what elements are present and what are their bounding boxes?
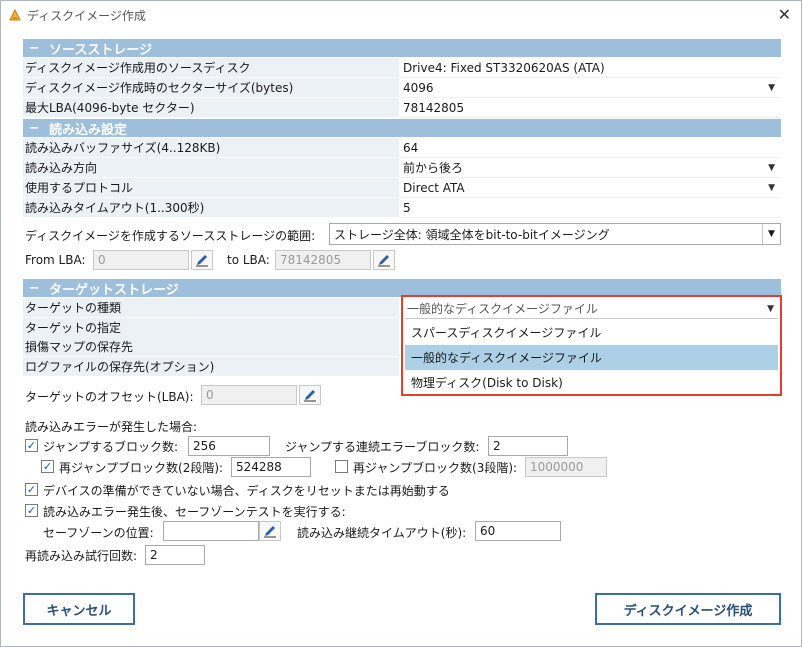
- prop-value-text: 64: [403, 140, 419, 155]
- prop-key: 損傷マップの保存先: [23, 337, 399, 357]
- prop-row-max-lba: 最大LBA(4096-byte セクター) 78142805: [23, 98, 781, 118]
- prop-value-text: Drive4: Fixed ST3320620AS (ATA): [403, 60, 605, 75]
- jump-blocks-input[interactable]: 256: [188, 436, 270, 456]
- close-icon[interactable]: ✕: [778, 5, 791, 24]
- dropdown-option-general[interactable]: 一般的なディスクイメージファイル: [405, 345, 778, 370]
- chevron-down-icon[interactable]: ▼: [768, 183, 775, 193]
- section-title: 読み込み設定: [49, 122, 128, 138]
- target-offset-input[interactable]: 0: [201, 385, 297, 405]
- prop-value[interactable]: 前から後ろ ▼: [399, 158, 781, 178]
- edit-pen-icon[interactable]: [259, 521, 281, 541]
- continue-timeout-label: 読み込み継続タイムアウト(秒):: [297, 526, 467, 540]
- prop-key: ディスクイメージ作成用のソースディスク: [23, 58, 399, 78]
- target-type-selected[interactable]: 一般的なディスクイメージファイル ▼: [405, 299, 778, 319]
- rejump2-input[interactable]: 524288: [231, 457, 311, 477]
- collapse-icon[interactable]: −: [23, 281, 45, 296]
- edit-pen-icon[interactable]: [299, 385, 321, 405]
- safezone-position-input[interactable]: [163, 521, 259, 541]
- prop-row-buffer-size[interactable]: 読み込みバッファサイズ(4..128KB) 64: [23, 138, 781, 158]
- jump-blocks-checkbox[interactable]: ✓: [25, 439, 38, 452]
- chevron-down-icon[interactable]: ▼: [768, 83, 775, 93]
- prop-key: ターゲットの指定: [23, 318, 399, 338]
- read-error-heading: 読み込みエラーが発生した場合:: [25, 420, 198, 434]
- window-title: ディスクイメージ作成: [27, 8, 146, 23]
- chevron-down-icon[interactable]: ▼: [767, 304, 774, 314]
- prop-row-read-direction[interactable]: 読み込み方向 前から後ろ ▼: [23, 158, 781, 178]
- retry-count-label: 再読み込み試行回数:: [25, 549, 138, 563]
- rejump2-checkbox[interactable]: ✓: [41, 460, 54, 473]
- prop-value[interactable]: Drive4: Fixed ST3320620AS (ATA): [399, 58, 781, 78]
- collapse-icon[interactable]: −: [23, 121, 45, 136]
- prop-key: ログファイルの保存先(オプション): [23, 357, 399, 377]
- dropdown-option-physical[interactable]: 物理ディスク(Disk to Disk): [405, 370, 778, 395]
- title-bar: ディスクイメージ作成 ✕: [1, 1, 801, 29]
- prop-key: 最大LBA(4096-byte セクター): [23, 98, 399, 118]
- chevron-down-icon[interactable]: ▼: [762, 224, 780, 244]
- range-label: ディスクイメージを作成するソースストレージの範囲:: [25, 229, 316, 243]
- jump-blocks-label: ジャンプするブロック数:: [43, 440, 179, 454]
- target-type-selected-text: 一般的なディスクイメージファイル: [407, 302, 598, 316]
- prop-row-read-timeout[interactable]: 読み込みタイムアウト(1..300秒) 5: [23, 198, 781, 218]
- target-type-dropdown[interactable]: 一般的なディスクイメージファイル ▼ スパースディスクイメージファイル 一般的な…: [401, 295, 782, 396]
- rejump3-checkbox[interactable]: [335, 460, 348, 473]
- section-title: ターゲットストレージ: [49, 282, 179, 298]
- to-lba-label: to LBA:: [227, 253, 270, 267]
- prop-key: ディスクイメージ作成時のセクターサイズ(bytes): [23, 78, 399, 98]
- prop-key: 読み込みバッファサイズ(4..128KB): [23, 138, 399, 158]
- prop-value-text: 78142805: [403, 100, 465, 115]
- prop-value-text: Direct ATA: [403, 180, 465, 195]
- rejump3-input[interactable]: 1000000: [525, 457, 607, 477]
- prop-value[interactable]: Direct ATA ▼: [399, 178, 781, 198]
- prop-key: 読み込み方向: [23, 158, 399, 178]
- dropdown-option-sparse[interactable]: スパースディスクイメージファイル: [405, 320, 778, 345]
- target-offset-label: ターゲットのオフセット(LBA):: [25, 390, 194, 404]
- from-lba-input[interactable]: 0: [93, 250, 189, 270]
- dialog-window: ディスクイメージ作成 ✕ − ソースストレージ ディスクイメージ作成用のソースデ…: [0, 0, 802, 647]
- cancel-button[interactable]: キャンセル: [23, 593, 135, 625]
- edit-pen-icon[interactable]: [191, 250, 213, 270]
- range-select-value: ストレージ全体: 領域全体をbit-to-bitイメージング: [334, 227, 610, 242]
- section-read-settings[interactable]: − 読み込み設定: [23, 119, 781, 138]
- rejump3-label: 再ジャンプブロック数(3段階):: [353, 461, 518, 475]
- continue-timeout-input[interactable]: 60: [475, 521, 561, 541]
- edit-pen-icon[interactable]: [373, 250, 395, 270]
- reset-device-label: デバイスの準備ができていない場合、ディスクをリセットまたは再始動する: [43, 484, 450, 498]
- from-lba-label: From LBA:: [25, 253, 86, 267]
- section-source-storage[interactable]: − ソースストレージ: [23, 39, 781, 58]
- prop-value: 78142805: [399, 98, 781, 118]
- prop-value[interactable]: 5: [399, 198, 781, 218]
- consecutive-blocks-input[interactable]: 2: [488, 436, 568, 456]
- prop-value[interactable]: 64: [399, 138, 781, 158]
- app-logo-icon: [9, 8, 21, 21]
- prop-value-text: 前から後ろ: [403, 161, 464, 175]
- safezone-position-label: セーフゾーンの位置:: [43, 526, 154, 540]
- safezone-test-checkbox[interactable]: ✓: [25, 504, 38, 517]
- chevron-down-icon[interactable]: ▼: [768, 163, 775, 173]
- to-lba-input[interactable]: 78142805: [275, 250, 371, 270]
- create-disk-image-button[interactable]: ディスクイメージ作成: [595, 593, 781, 625]
- rejump2-label: 再ジャンプブロック数(2段階):: [59, 461, 224, 475]
- prop-row-sector-size[interactable]: ディスクイメージ作成時のセクターサイズ(bytes) 4096 ▼: [23, 78, 781, 98]
- prop-value[interactable]: 4096 ▼: [399, 78, 781, 98]
- retry-count-input[interactable]: 2: [145, 545, 205, 565]
- consecutive-blocks-label: ジャンプする連続エラーブロック数:: [285, 440, 480, 454]
- prop-value-text: 5: [403, 200, 411, 215]
- safezone-test-label: 読み込みエラー発生後、セーフゾーンテストを実行する:: [43, 505, 346, 519]
- range-select[interactable]: ストレージ全体: 領域全体をbit-to-bitイメージング ▼: [329, 223, 781, 245]
- prop-key: 読み込みタイムアウト(1..300秒): [23, 198, 399, 218]
- prop-row-protocol[interactable]: 使用するプロトコル Direct ATA ▼: [23, 178, 781, 198]
- prop-key: 使用するプロトコル: [23, 178, 399, 198]
- prop-row-source-disk[interactable]: ディスクイメージ作成用のソースディスク Drive4: Fixed ST3320…: [23, 58, 781, 78]
- reset-device-checkbox[interactable]: ✓: [25, 483, 38, 496]
- prop-key: ターゲットの種類: [23, 298, 399, 318]
- prop-value-text: 4096: [403, 80, 434, 95]
- section-title: ソースストレージ: [49, 42, 153, 58]
- collapse-icon[interactable]: −: [23, 41, 45, 56]
